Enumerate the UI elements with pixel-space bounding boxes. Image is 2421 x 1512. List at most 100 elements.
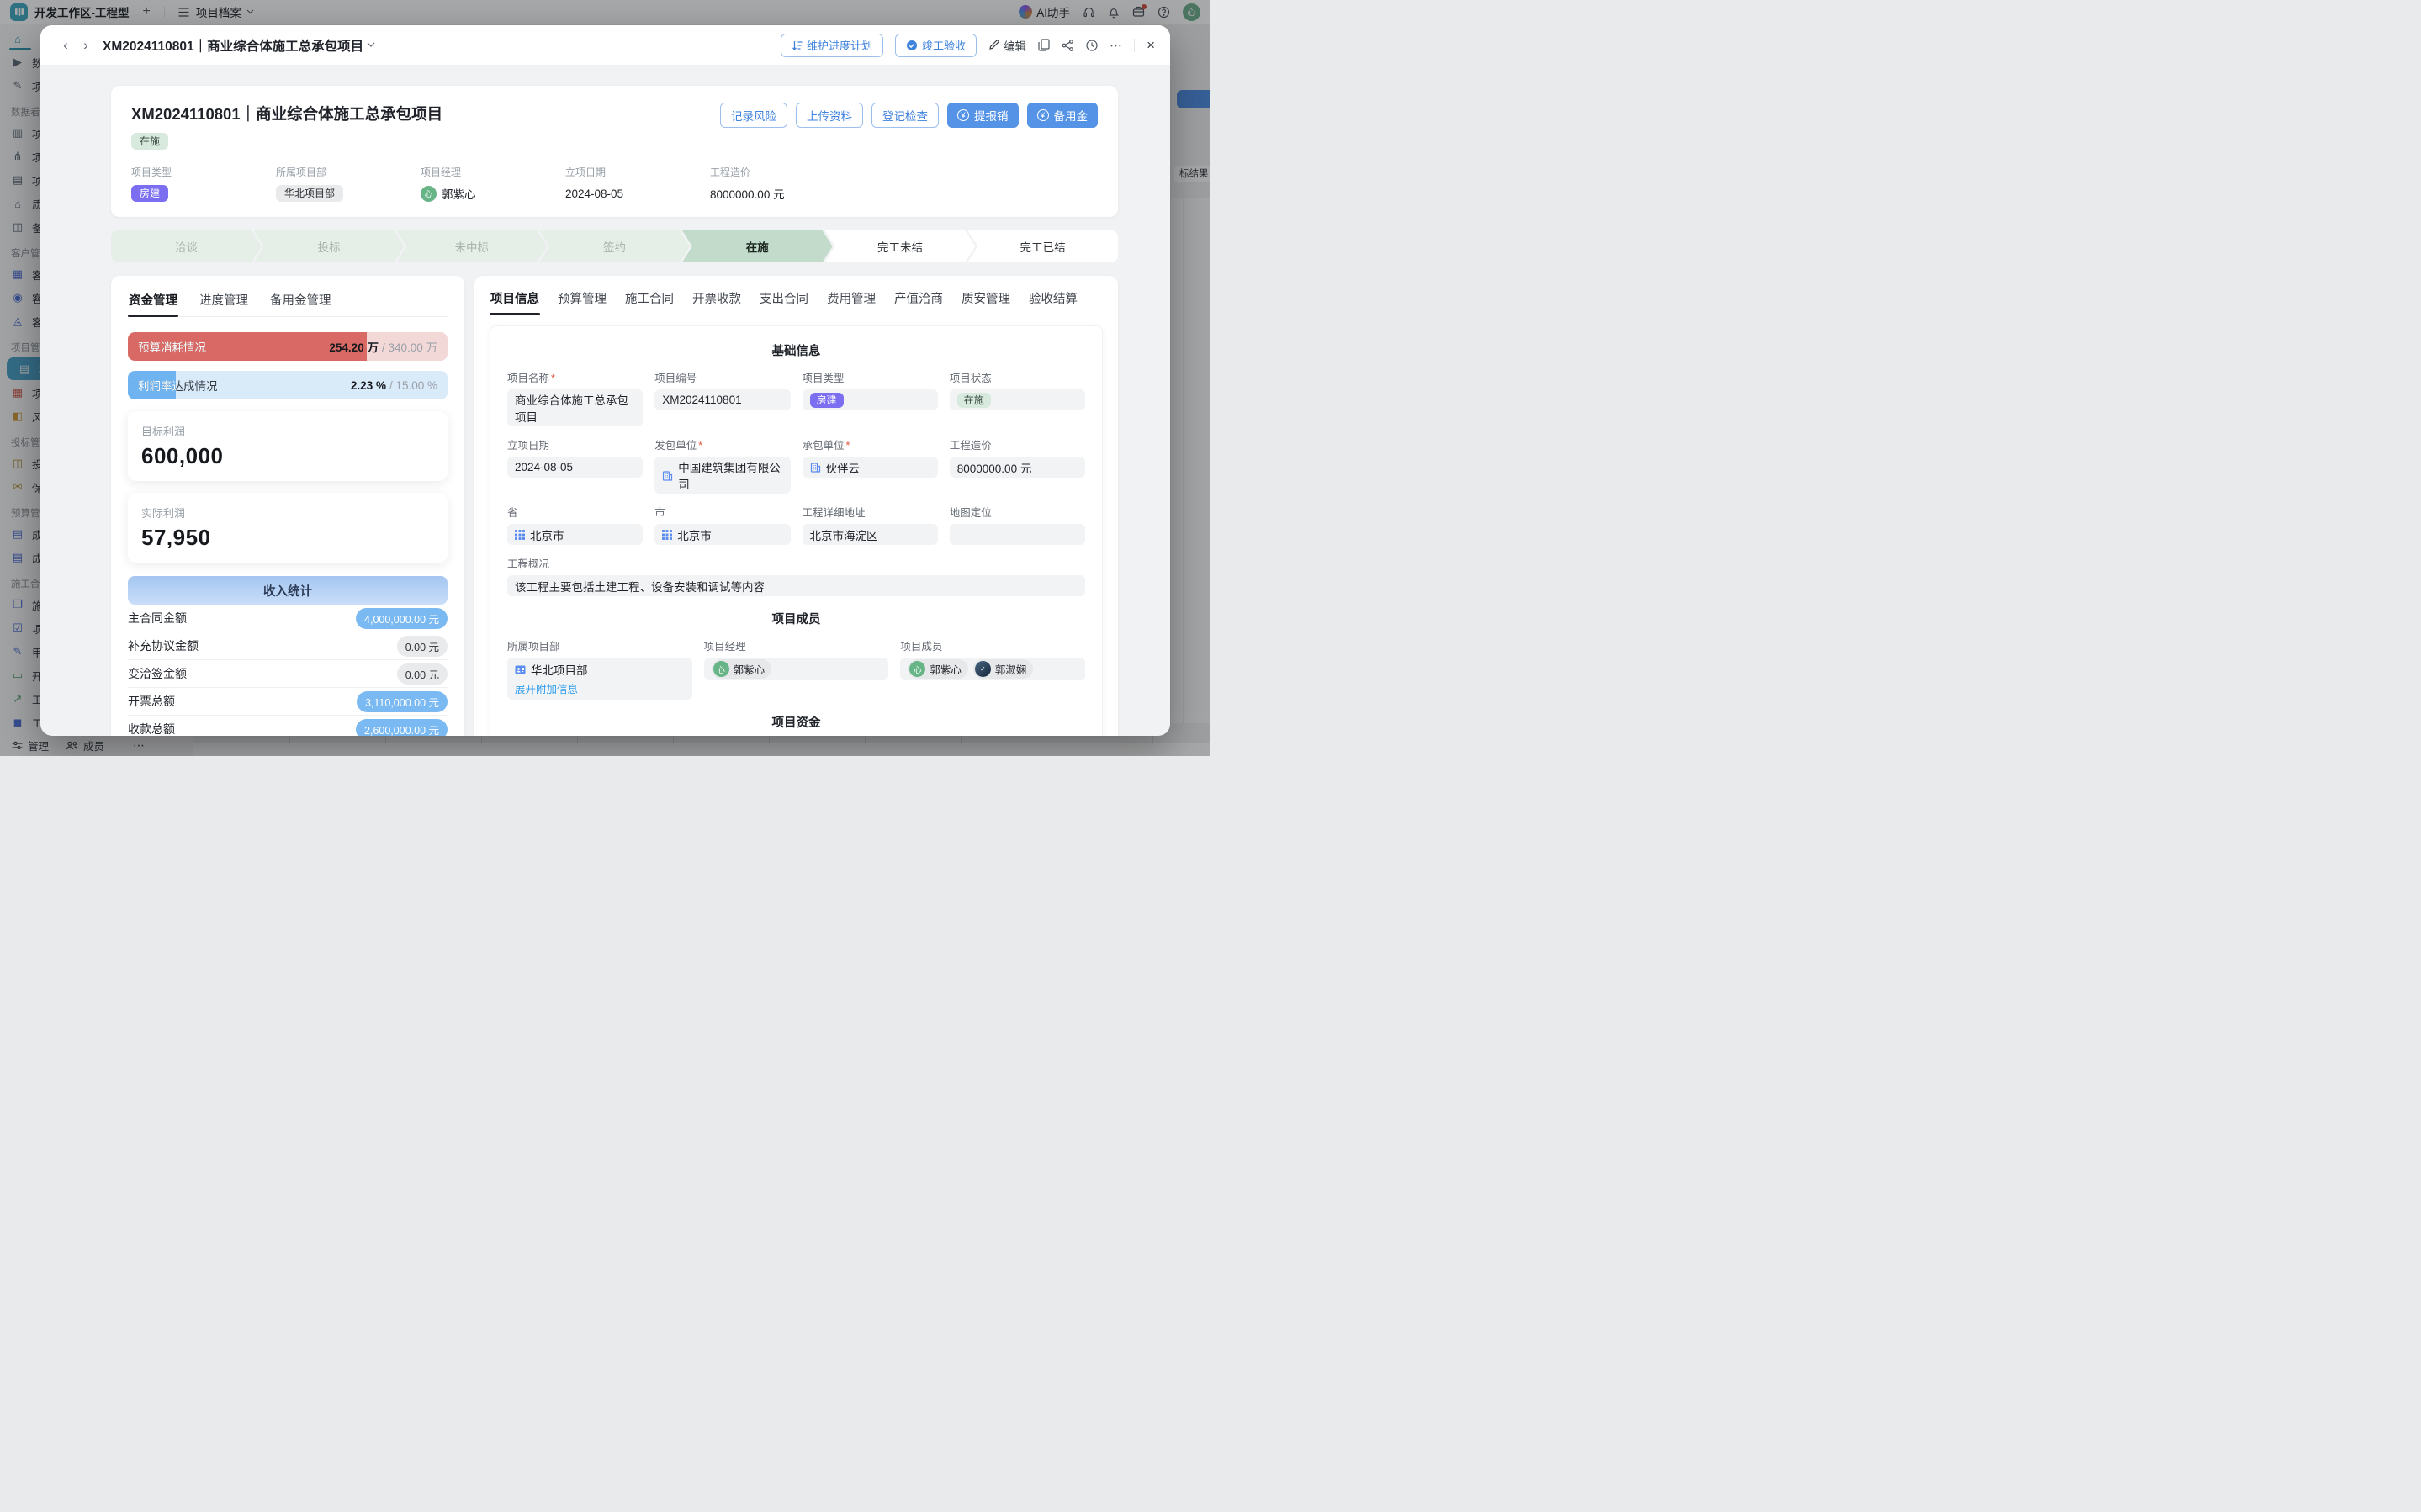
summary-actions: 记录风险上传资料登记检查¥提报销¥备用金 <box>720 103 1098 128</box>
basic-field-value[interactable]: 中国建筑集团有限公司 <box>654 457 790 494</box>
stat-value: 600,000 <box>141 443 434 469</box>
basic-info-grid: 项目名称*商业综合体施工总承包项目项目编号XM2024110801项目类型房建项… <box>507 369 1085 596</box>
basic-field-value[interactable]: 北京市海淀区 <box>803 524 938 545</box>
type-badge: 房建 <box>810 393 844 408</box>
close-modal-button[interactable]: × <box>1147 37 1155 54</box>
outline-action-button[interactable]: 记录风险 <box>720 103 787 128</box>
right-panel-tab[interactable]: 产值洽商 <box>893 286 944 315</box>
basic-field-label: 工程详细地址 <box>803 504 938 520</box>
next-record-button[interactable]: › <box>76 37 96 54</box>
right-panel-tab[interactable]: 开票收款 <box>691 286 742 315</box>
project-title: XM2024110801｜商业综合体施工总承包项目 <box>131 103 442 124</box>
basic-field: 省北京市 <box>507 504 643 545</box>
primary-action-button[interactable]: ¥备用金 <box>1027 103 1099 128</box>
basic-field-label: 项目名称* <box>507 369 643 385</box>
bar-values: 254.20 万/ 340.00 万 <box>329 332 437 361</box>
basic-field-value[interactable]: 8000000.00 元 <box>950 457 1085 478</box>
prev-record-button[interactable]: ‹ <box>56 37 76 54</box>
right-panel-tab[interactable]: 支出合同 <box>759 286 809 315</box>
basic-field-value[interactable]: 2024-08-05 <box>507 457 643 478</box>
basic-field-label: 市 <box>654 504 790 520</box>
income-statistics-header: 收入统计 <box>128 576 448 605</box>
maintain-schedule-button[interactable]: 维护进度计划 <box>781 34 883 57</box>
stage-step-past[interactable]: 洽谈 <box>111 230 262 262</box>
outline-action-button[interactable]: 登记检查 <box>871 103 939 128</box>
department-box[interactable]: 华北项目部 展开附加信息 <box>507 658 692 700</box>
expand-info-link[interactable]: 展开附加信息 <box>515 680 578 696</box>
left-panel-tab[interactable]: 资金管理 <box>128 288 178 316</box>
status-badge: 在施 <box>131 133 168 150</box>
summary-field-label: 项目经理 <box>421 165 565 179</box>
required-asterisk: * <box>846 440 850 452</box>
summary-field: 立项日期2024-08-05 <box>565 165 710 202</box>
stage-step-current[interactable]: 在施 <box>682 230 833 262</box>
manager-box[interactable]: 心 郭紫心 <box>704 658 889 680</box>
right-panel-tab[interactable]: 预算管理 <box>557 286 607 315</box>
section-title-basic: 基础信息 <box>507 341 1085 359</box>
summary-field-value: 8000000.00 元 <box>710 185 785 202</box>
history-clock-icon[interactable] <box>1086 40 1098 51</box>
stage-step-past[interactable]: 未中标 <box>396 230 547 262</box>
member-name: 郭紫心 <box>930 661 962 677</box>
basic-field-value[interactable]: 该工程主要包括土建工程、设备安装和调试等内容 <box>507 575 1085 596</box>
primary-action-label: 备用金 <box>1054 107 1089 124</box>
project-info-panel: 项目信息预算管理施工合同开票收款支出合同费用管理产值洽商质安管理验收结算 基础信… <box>474 276 1118 736</box>
basic-field-value[interactable]: 北京市 <box>507 524 643 545</box>
completion-acceptance-button[interactable]: 竣工验收 <box>895 34 977 57</box>
income-row-label: 补充协议金额 <box>128 637 199 654</box>
stage-step-past[interactable]: 投标 <box>254 230 405 262</box>
summary-field-label: 所属项目部 <box>276 165 421 179</box>
income-row: 开票总额3,110,000.00 元 <box>128 688 448 716</box>
manager-pill: 心 郭紫心 <box>712 659 772 679</box>
field-text: 中国建筑集团有限公司 <box>678 458 782 492</box>
basic-field-value[interactable]: 在施 <box>950 389 1085 410</box>
status-badge: 在施 <box>957 393 991 408</box>
avatar-photo: ✓ <box>975 661 991 677</box>
right-panel-tab[interactable]: 费用管理 <box>826 286 877 315</box>
sort-icon <box>792 40 803 50</box>
actual-profit-card: 实际利润 57,950 <box>128 493 448 563</box>
members-box[interactable]: 心 郭紫心 ✓ 郭淑娴 <box>900 658 1085 680</box>
basic-field: 项目编号XM2024110801 <box>654 369 790 426</box>
income-row-value-badge: 4,000,000.00 元 <box>356 608 448 629</box>
completion-acceptance-label: 竣工验收 <box>922 37 966 53</box>
money-icon: ¥ <box>957 109 969 121</box>
chevron-down-icon[interactable] <box>367 42 375 48</box>
right-panel-tabs: 项目信息预算管理施工合同开票收款支出合同费用管理产值洽商质安管理验收结算 <box>490 286 1103 315</box>
basic-field: 发包单位*中国建筑集团有限公司 <box>654 436 790 494</box>
share-icon[interactable] <box>1062 40 1074 51</box>
income-row-label: 主合同金额 <box>128 610 187 626</box>
right-panel-tab[interactable]: 质安管理 <box>961 286 1011 315</box>
summary-field-label: 工程造价 <box>710 165 785 179</box>
right-panel-tab[interactable]: 施工合同 <box>624 286 675 315</box>
basic-field-value[interactable]: 商业综合体施工总承包项目 <box>507 389 643 426</box>
left-panel-tab[interactable]: 进度管理 <box>199 288 249 316</box>
basic-field: 市北京市 <box>654 504 790 545</box>
income-row-value-badge: 2,600,000.00 元 <box>356 719 448 737</box>
stage-step-past[interactable]: 签约 <box>539 230 690 262</box>
edit-button[interactable]: 编辑 <box>988 37 1026 54</box>
right-panel-tab[interactable]: 验收结算 <box>1028 286 1078 315</box>
right-panel-tab[interactable]: 项目信息 <box>490 286 540 315</box>
maintain-schedule-label: 维护进度计划 <box>807 37 872 53</box>
summary-field-value: 2024-08-05 <box>565 185 710 202</box>
basic-field-value[interactable]: 北京市 <box>654 524 790 545</box>
left-panel-tabs: 资金管理进度管理备用金管理 <box>128 288 448 317</box>
member-pill: 心 郭紫心 <box>908 659 968 679</box>
summary-field-value: 华北项目部 <box>276 185 421 202</box>
stage-step-future[interactable]: 完工未结 <box>825 230 976 262</box>
outline-action-button[interactable]: 上传资料 <box>796 103 863 128</box>
funds-panel: 资金管理进度管理备用金管理 预算消耗情况 预算消耗情况 254.20 万/ 34… <box>111 276 464 736</box>
summary-field: 项目类型房建 <box>131 165 276 202</box>
more-actions-icon[interactable]: ⋯ <box>1110 38 1122 53</box>
basic-field-value[interactable]: 房建 <box>803 389 938 410</box>
basic-field-value[interactable]: 伙伴云 <box>803 457 938 478</box>
stage-step-future[interactable]: 完工已结 <box>967 230 1118 262</box>
primary-action-button[interactable]: ¥提报销 <box>947 103 1019 128</box>
copy-icon[interactable] <box>1038 39 1050 51</box>
basic-field-value[interactable] <box>950 524 1085 545</box>
summary-field-label: 项目类型 <box>131 165 276 179</box>
summary-field-value: 房建 <box>131 185 276 202</box>
left-panel-tab[interactable]: 备用金管理 <box>269 288 332 316</box>
basic-field-value[interactable]: XM2024110801 <box>654 389 790 410</box>
